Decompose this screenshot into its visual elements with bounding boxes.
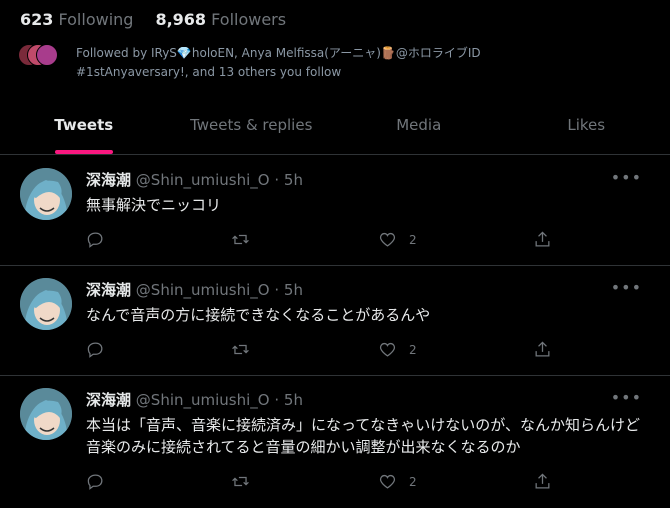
share-button[interactable]	[533, 230, 552, 249]
like-count: 2	[409, 232, 417, 247]
tweet-text: 無事解決でニッコリ	[86, 196, 222, 214]
tab-media[interactable]: Media	[335, 105, 503, 154]
avatar	[36, 44, 58, 66]
followed-by[interactable]: Followed by IRyS💎holoEN, Anya Melfissa(ア…	[18, 44, 546, 82]
tweet-header: 深海潮 @Shin_umiushi_O · 5h	[86, 169, 303, 190]
tweet[interactable]: 深海潮 @Shin_umiushi_O · 5h ••• なんで音声の方に接続で…	[0, 266, 670, 376]
retweet-icon	[232, 476, 249, 487]
tweet-header: 深海潮 @Shin_umiushi_O · 5h	[86, 279, 303, 300]
followed-by-text: Followed by IRyS💎holoEN, Anya Melfissa(ア…	[76, 46, 481, 79]
user-handle[interactable]: @Shin_umiushi_O	[136, 391, 270, 409]
retweet-button[interactable]	[231, 472, 250, 491]
like-count: 2	[409, 474, 417, 489]
following-link[interactable]: 623 Following	[20, 10, 133, 29]
tweet-actions: 2	[86, 340, 556, 360]
avatar[interactable]	[20, 388, 72, 440]
tab-tweets-and-replies[interactable]: Tweets & replies	[168, 105, 336, 154]
like-button[interactable]: 2	[378, 340, 417, 359]
more-icon[interactable]: •••	[611, 388, 642, 407]
avatar[interactable]	[20, 168, 72, 220]
share-icon	[535, 231, 550, 247]
followers-link[interactable]: 8,968 Followers	[155, 10, 286, 29]
tab-tweets[interactable]: Tweets	[0, 105, 168, 154]
tab-label: Tweets & replies	[190, 116, 313, 134]
tweet-time[interactable]: · 5h	[274, 171, 303, 189]
followed-by-avatars	[18, 44, 70, 66]
tweet-time[interactable]: · 5h	[274, 281, 303, 299]
tweet[interactable]: 深海潮 @Shin_umiushi_O · 5h ••• 無事解決でニッコリ 2	[0, 156, 670, 266]
user-name[interactable]: 深海潮	[86, 391, 131, 409]
reply-icon	[87, 342, 103, 358]
share-button[interactable]	[533, 340, 552, 359]
profile-tabs: Tweets Tweets & replies Media Likes	[0, 105, 670, 155]
share-button[interactable]	[533, 472, 552, 491]
user-handle[interactable]: @Shin_umiushi_O	[136, 281, 270, 299]
followers-count: 8,968	[155, 10, 207, 29]
tab-label: Media	[396, 116, 442, 134]
reply-icon	[87, 474, 103, 490]
retweet-button[interactable]	[231, 340, 250, 359]
retweet-button[interactable]	[231, 230, 250, 249]
share-icon	[535, 341, 550, 357]
retweet-icon	[232, 234, 249, 245]
reply-button[interactable]	[86, 230, 105, 249]
like-icon	[379, 474, 396, 489]
like-count: 2	[409, 342, 417, 357]
retweet-icon	[232, 344, 249, 355]
reply-button[interactable]	[86, 472, 105, 491]
tweet-text: なんで音声の方に接続できなくなることがあるんや	[86, 306, 431, 324]
tweet-actions: 2	[86, 472, 556, 492]
following-count: 623	[20, 10, 54, 29]
tab-label: Tweets	[54, 116, 114, 134]
user-name[interactable]: 深海潮	[86, 281, 131, 299]
tweet-header: 深海潮 @Shin_umiushi_O · 5h	[86, 389, 303, 410]
tab-likes[interactable]: Likes	[503, 105, 670, 154]
avatar[interactable]	[20, 278, 72, 330]
like-button[interactable]: 2	[378, 472, 417, 491]
tweet-actions: 2	[86, 230, 556, 250]
like-icon	[379, 342, 396, 357]
active-tab-indicator	[54, 150, 113, 154]
reply-icon	[87, 232, 103, 248]
reply-button[interactable]	[86, 340, 105, 359]
like-button[interactable]: 2	[378, 230, 417, 249]
tweet-time[interactable]: · 5h	[274, 391, 303, 409]
more-icon[interactable]: •••	[611, 278, 642, 297]
share-icon	[535, 473, 550, 489]
user-name[interactable]: 深海潮	[86, 171, 131, 189]
following-label: Following	[58, 10, 134, 29]
like-icon	[379, 232, 396, 247]
tweet[interactable]: 深海潮 @Shin_umiushi_O · 5h ••• 本当は「音声、音楽に接…	[0, 376, 670, 508]
followers-label: Followers	[211, 10, 287, 29]
user-handle[interactable]: @Shin_umiushi_O	[136, 171, 270, 189]
more-icon[interactable]: •••	[611, 168, 642, 187]
tab-label: Likes	[567, 116, 606, 134]
follow-stats: 623 Following 8,968 Followers	[20, 10, 286, 29]
tweet-text: 本当は「音声、音楽に接続済み」になってなきゃいけないのが、なんか知らんけど音楽の…	[86, 416, 640, 456]
